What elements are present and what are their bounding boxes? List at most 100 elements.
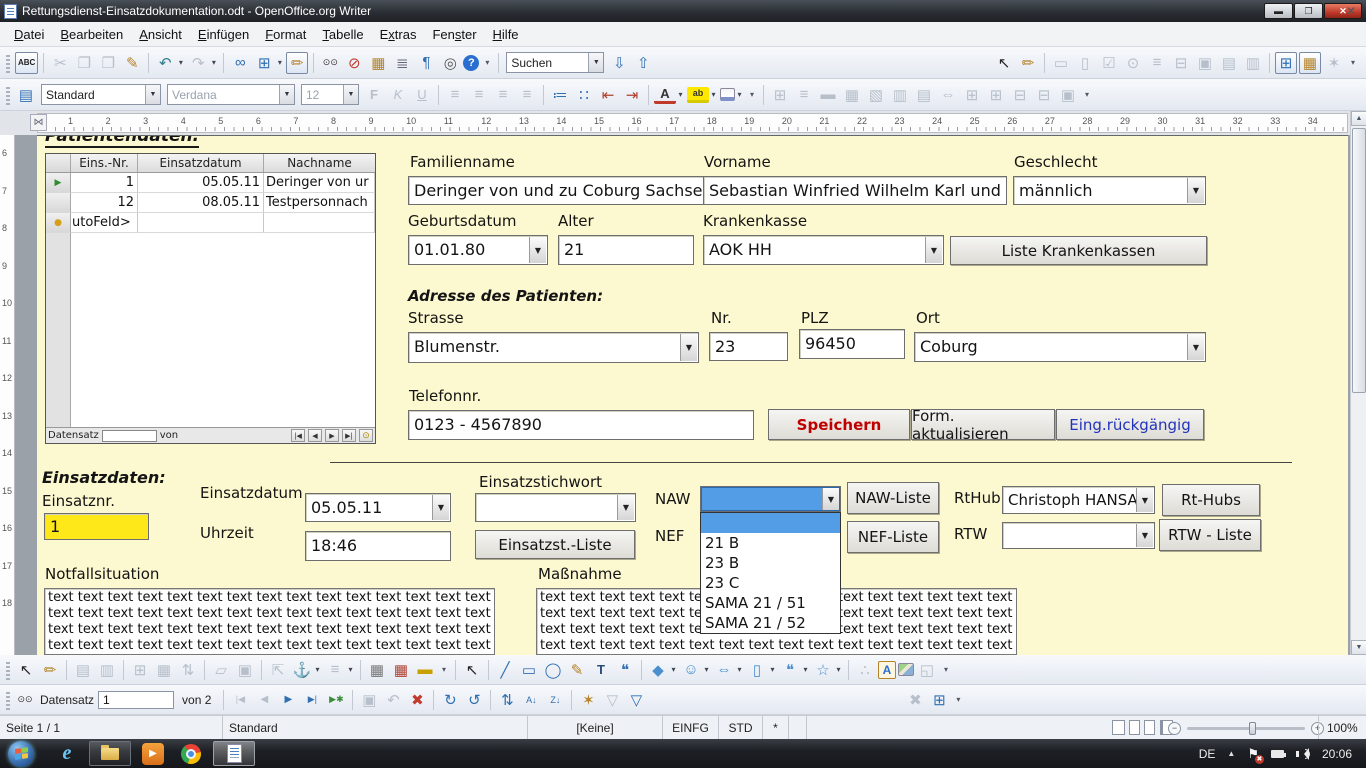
einsatzstichwort-combo[interactable]: ▼ [475,493,636,522]
menu-bearbeiten[interactable]: Bearbeiten [52,24,131,45]
select-pointer-icon[interactable]: ↖ [461,659,483,681]
block-arrows-icon[interactable]: ⇔▾ [713,659,744,681]
data-sources-icon[interactable]: ≣ [391,52,413,74]
nr-field[interactable]: 23 [709,332,788,361]
delete-record-icon[interactable]: ✖ [406,689,428,711]
single-page-view-icon[interactable] [1112,720,1125,735]
language-indicator[interactable]: DE [1199,747,1216,761]
familienname-field[interactable]: Deringer von und zu Coburg Sachsen und [408,176,704,205]
media-player-button[interactable]: ▶ [136,741,170,767]
previous-record-icon[interactable]: ◀ [308,429,322,442]
geburtsdatum-combo[interactable]: 01.01.80 ▼ [408,235,548,265]
select-pointer-icon[interactable]: ↖ [993,52,1015,74]
find-record-icon[interactable]: ⊙⊙ [14,689,36,711]
ort-combo[interactable]: Coburg ▼ [914,332,1206,362]
chrome-icon[interactable] [181,744,201,764]
einsatznr-field[interactable]: 1 [44,513,149,540]
chevron-down-icon[interactable]: ▾ [313,659,322,681]
freeform-line-icon[interactable]: ✎ [566,659,588,681]
search-box[interactable]: Suchen ▼ [506,52,604,73]
flowchart-icon[interactable]: ▯▾ [746,659,777,681]
rectangle-icon[interactable]: ▭ [518,659,540,681]
autofilter-icon[interactable]: ✶ [577,689,599,711]
chevron-down-icon[interactable]: ▼ [529,237,546,263]
toolbar-more-icon[interactable]: ▾ [1081,84,1093,106]
new-record-icon[interactable]: ▶✱ [325,689,347,711]
highlighting-icon[interactable]: ab▾ [687,84,718,106]
krankenkasse-combo[interactable]: AOK HH ▼ [703,235,944,265]
vorname-field[interactable]: Sebastian Winfried Wilhelm Karl und sowi… [703,176,1007,205]
toolbar-more-icon[interactable]: ▾ [952,689,964,711]
chevron-down-icon[interactable]: ▼ [588,53,603,72]
windows-explorer-button[interactable] [89,741,131,766]
geschlecht-combo[interactable]: männlich ▼ [1013,176,1206,205]
draw-functions-icon[interactable]: ✏ [286,52,308,74]
page-style-indicator[interactable]: Standard [222,716,527,740]
zoom-slider[interactable] [1187,727,1305,730]
zoom-out-icon[interactable]: − [1168,722,1181,735]
scrollbar-thumb[interactable] [1352,128,1366,393]
snap-to-grid-icon[interactable]: ▦ [390,659,412,681]
ellipse-icon[interactable]: ◯ [542,659,564,681]
increase-indent-icon[interactable]: ⇥ [621,84,643,106]
chevron-down-icon[interactable]: ▾ [176,52,185,74]
numbered-list-icon[interactable]: ≔ [549,84,571,106]
insert-mode-indicator[interactable]: EINFG [662,716,718,740]
chevron-down-icon[interactable]: ▾ [801,659,810,681]
styles-and-formatting-icon[interactable]: ▤ [15,84,37,106]
design-mode-icon[interactable]: ✏ [39,659,61,681]
start-button[interactable] [8,741,34,767]
nef-liste-button[interactable]: NEF-Liste [847,521,939,553]
volume-icon[interactable] [1296,748,1310,760]
ruler-horizontal[interactable]: ⋈ 12345678910111213141516171819202122232… [0,111,1350,135]
records-table-control[interactable]: Eins.-Nr. Einsatzdatum Nachname ▶105.05.… [45,153,376,444]
toolbar-more-icon[interactable]: ▾ [1347,52,1359,74]
anchor-icon[interactable]: ⚓▾ [291,659,322,681]
rthub-combo[interactable]: Christoph HANSA ▼ [1002,486,1155,514]
chevron-down-icon[interactable]: ▾ [709,84,718,106]
spellcheck-icon[interactable]: ABC [15,52,38,74]
alter-field[interactable]: 21 [558,235,694,265]
toolbar-more-icon[interactable]: ▾ [940,659,952,681]
naw-option[interactable]: SAMA 21 / 51 [701,593,840,613]
design-mode-icon[interactable]: ✏ [1017,52,1039,74]
chevron-down-icon[interactable]: ▾ [735,659,744,681]
ruler-vertical[interactable]: 6789101112131415161718 [0,135,15,655]
show-hidden-icons-icon[interactable]: ▲ [1227,749,1235,758]
chevron-down-icon[interactable]: ▼ [145,85,160,104]
zoom-percentage[interactable]: 100% [1318,716,1358,740]
toolbar-more-icon[interactable]: ▾ [438,659,450,681]
paragraph-style-combo[interactable]: Standard ▼ [41,84,161,105]
chevron-down-icon[interactable]: ▼ [1187,334,1204,360]
font-color-icon[interactable]: A▾ [654,84,685,106]
record-number-input[interactable] [102,430,157,442]
chevron-down-icon[interactable]: ▼ [432,495,449,520]
callouts-icon[interactable]: ❝▾ [779,659,810,681]
chevron-down-icon[interactable]: ▼ [1187,178,1204,203]
vertical-scrollbar[interactable]: ▲ ▼ [1350,111,1366,655]
restore-button[interactable]: ❐ [1294,3,1323,19]
help-icon[interactable]: ? [463,55,479,71]
language-indicator[interactable]: [Keine] [527,716,662,740]
naw-option[interactable]: 21 B [701,533,840,553]
toolbar-more-icon[interactable]: ▾ [746,84,758,106]
naw-combo[interactable]: ▼ [700,486,841,512]
table-row[interactable]: 1208.05.11Testpersonnach [46,193,375,213]
menu-extras[interactable]: Extras [372,24,425,45]
find-next-icon[interactable]: ⇩ [608,52,630,74]
nonprinting-characters-icon[interactable]: ¶ [415,52,437,74]
find-replace-icon[interactable]: ⊙⊙ [319,52,341,74]
rtw-combo[interactable]: ▼ [1002,522,1155,549]
strasse-combo[interactable]: Blumenstr. ▼ [408,332,699,363]
menu-tabelle[interactable]: Tabelle [314,24,371,45]
form-design-icon[interactable]: ▦ [1299,52,1321,74]
more-controls-icon[interactable]: ⊞ [1275,52,1297,74]
menu-datei[interactable]: Datei [6,24,52,45]
form-aktualisieren-button[interactable]: Form. aktualisieren [911,409,1055,440]
rt-hubs-button[interactable]: Rt-Hubs [1162,484,1260,516]
internet-explorer-icon[interactable]: e [50,741,84,767]
sort-ascending-icon[interactable]: A↓ [520,689,542,711]
menu-format[interactable]: Format [257,24,314,45]
hyperlink-icon[interactable]: ∞ [229,52,251,74]
basic-shapes-icon[interactable]: ◆▾ [647,659,678,681]
